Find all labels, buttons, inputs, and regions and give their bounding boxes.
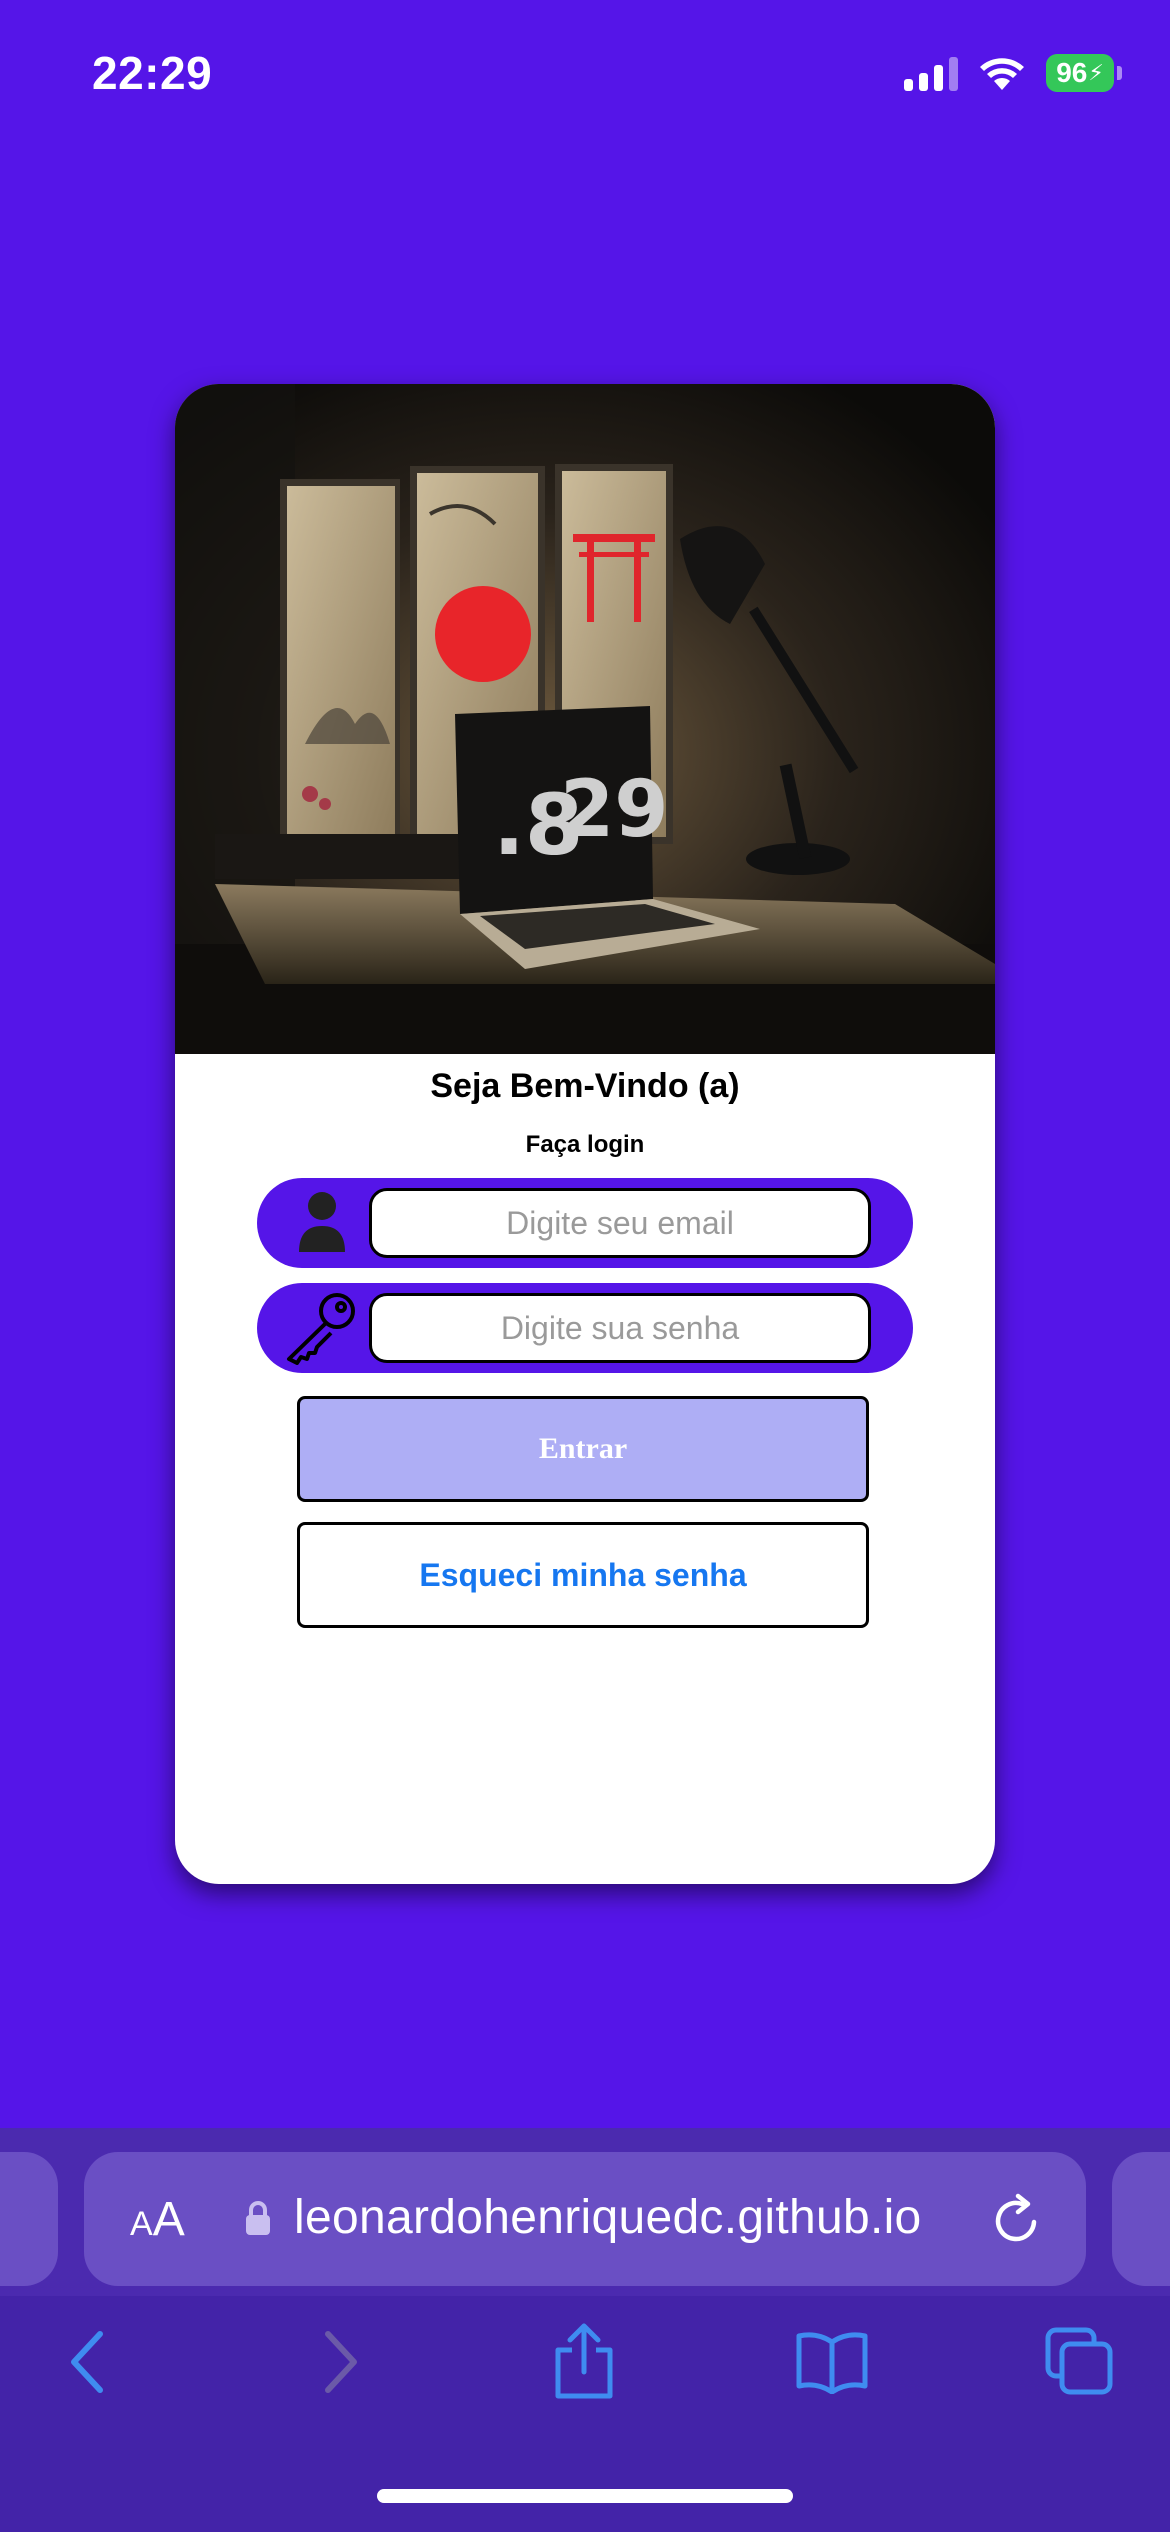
status-indicators: 96 ⚡ [904,54,1122,92]
url-text[interactable]: leonardohenriquedc.github.io [294,2190,922,2245]
back-icon[interactable] [66,2330,110,2394]
bookmarks-icon[interactable] [795,2330,869,2394]
cellular-signal-icon [904,55,958,91]
email-input[interactable] [369,1188,871,1258]
battery-icon: 96 ⚡ [1046,54,1122,92]
home-indicator[interactable] [377,2489,793,2503]
enter-button[interactable]: Entrar [297,1396,869,1502]
forgot-password-button[interactable]: Esqueci minha senha [297,1522,869,1628]
previous-tab-preview[interactable] [0,2152,58,2286]
reload-icon[interactable] [990,2190,1046,2248]
text-size-button[interactable]: AA [130,2192,185,2247]
password-row [257,1283,913,1373]
status-time: 22:29 [92,47,213,99]
tabs-icon[interactable] [1044,2326,1114,2396]
battery-level: 96 [1056,57,1088,88]
next-tab-preview[interactable] [1112,2152,1170,2286]
hero-image: .8 29 [175,384,995,1054]
forward-icon[interactable] [318,2330,362,2394]
address-bar[interactable]: AA leonardohenriquedc.github.io [84,2152,1086,2286]
page-subtitle: Faça login [525,1131,645,1158]
login-card: .8 29 Seja Bem-Vindo (a) Faça login Entr… [175,384,995,1884]
address-area: AA leonardohenriquedc.github.io [0,2128,1170,2296]
page-title: Seja Bem-Vindo (a) [430,1067,740,1105]
wifi-icon [980,58,1024,90]
share-icon[interactable] [552,2322,616,2400]
hero-clock-minutes: 29 [560,765,669,855]
lock-icon [246,2201,270,2235]
key-icon [287,1293,355,1365]
email-row [257,1178,913,1268]
password-input[interactable] [369,1293,871,1363]
user-icon [299,1192,345,1252]
